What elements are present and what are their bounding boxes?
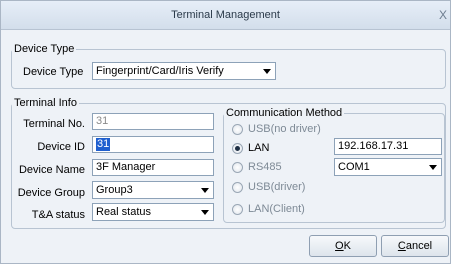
radio-rs485-label: RS485: [248, 161, 282, 173]
terminal-no-field[interactable]: 31: [92, 113, 214, 130]
cancel-mnemonic: C: [397, 240, 406, 252]
com-port-select[interactable]: COM1: [334, 158, 442, 176]
ta-status-label: T&A status: [31, 209, 85, 221]
ta-status-value: Real status: [96, 206, 152, 218]
terminal-management-dialog: Terminal Management X Device Type Device…: [0, 0, 451, 264]
radio-icon: [232, 161, 243, 173]
communication-method-legend: Communication Method: [226, 107, 343, 119]
device-id-label: Device ID: [37, 141, 85, 153]
ok-mnemonic: O: [335, 240, 344, 252]
chevron-down-icon: [201, 210, 209, 215]
window-title: Terminal Management: [171, 9, 280, 21]
radio-lan[interactable]: LAN: [232, 142, 269, 154]
terminal-no-label: Terminal No.: [23, 118, 85, 130]
radio-usb-driver[interactable]: USB(driver): [232, 181, 305, 193]
device-id-value: 31: [96, 138, 111, 151]
device-id-field[interactable]: 31: [92, 136, 214, 153]
chevron-down-icon: [429, 165, 437, 170]
radio-icon: [232, 181, 243, 193]
device-group-label: Device Group: [17, 187, 85, 199]
device-name-label: Device Name: [18, 164, 85, 176]
device-type-select[interactable]: Fingerprint/Card/Iris Verify: [92, 62, 276, 80]
ta-status-select[interactable]: Real status: [92, 203, 214, 221]
radio-lan-client-label: LAN(Client): [248, 203, 305, 215]
terminal-info-legend: Terminal Info: [14, 97, 77, 109]
radio-usb-no-driver-label: USB(no driver): [248, 123, 321, 135]
cancel-button[interactable]: Cancel: [381, 235, 449, 257]
radio-lan-client[interactable]: LAN(Client): [232, 203, 305, 215]
device-type-label: Device Type: [23, 66, 84, 78]
close-icon[interactable]: X: [436, 1, 450, 29]
radio-usb-no-driver[interactable]: USB(no driver): [232, 123, 321, 135]
radio-checked-icon: [232, 142, 243, 154]
device-type-value: Fingerprint/Card/Iris Verify: [96, 65, 224, 77]
cancel-label-rest: ancel: [405, 240, 433, 252]
chevron-down-icon: [201, 188, 209, 193]
radio-rs485[interactable]: RS485: [232, 161, 282, 173]
com-port-value: COM1: [338, 161, 370, 173]
radio-icon: [232, 123, 243, 135]
ok-button[interactable]: OK: [309, 235, 377, 257]
device-group-value: Group3: [96, 184, 133, 196]
radio-icon: [232, 203, 243, 215]
radio-usb-driver-label: USB(driver): [248, 181, 306, 193]
title-bar: Terminal Management X: [1, 1, 450, 30]
device-group-select[interactable]: Group3: [92, 181, 214, 199]
device-type-legend: Device Type: [14, 43, 75, 55]
device-name-field[interactable]: 3F Manager: [92, 159, 214, 176]
ok-label-rest: K: [343, 240, 351, 252]
chevron-down-icon: [263, 69, 271, 74]
ip-address-field[interactable]: 192.168.17.31: [334, 138, 442, 155]
radio-lan-label: LAN: [248, 142, 270, 154]
